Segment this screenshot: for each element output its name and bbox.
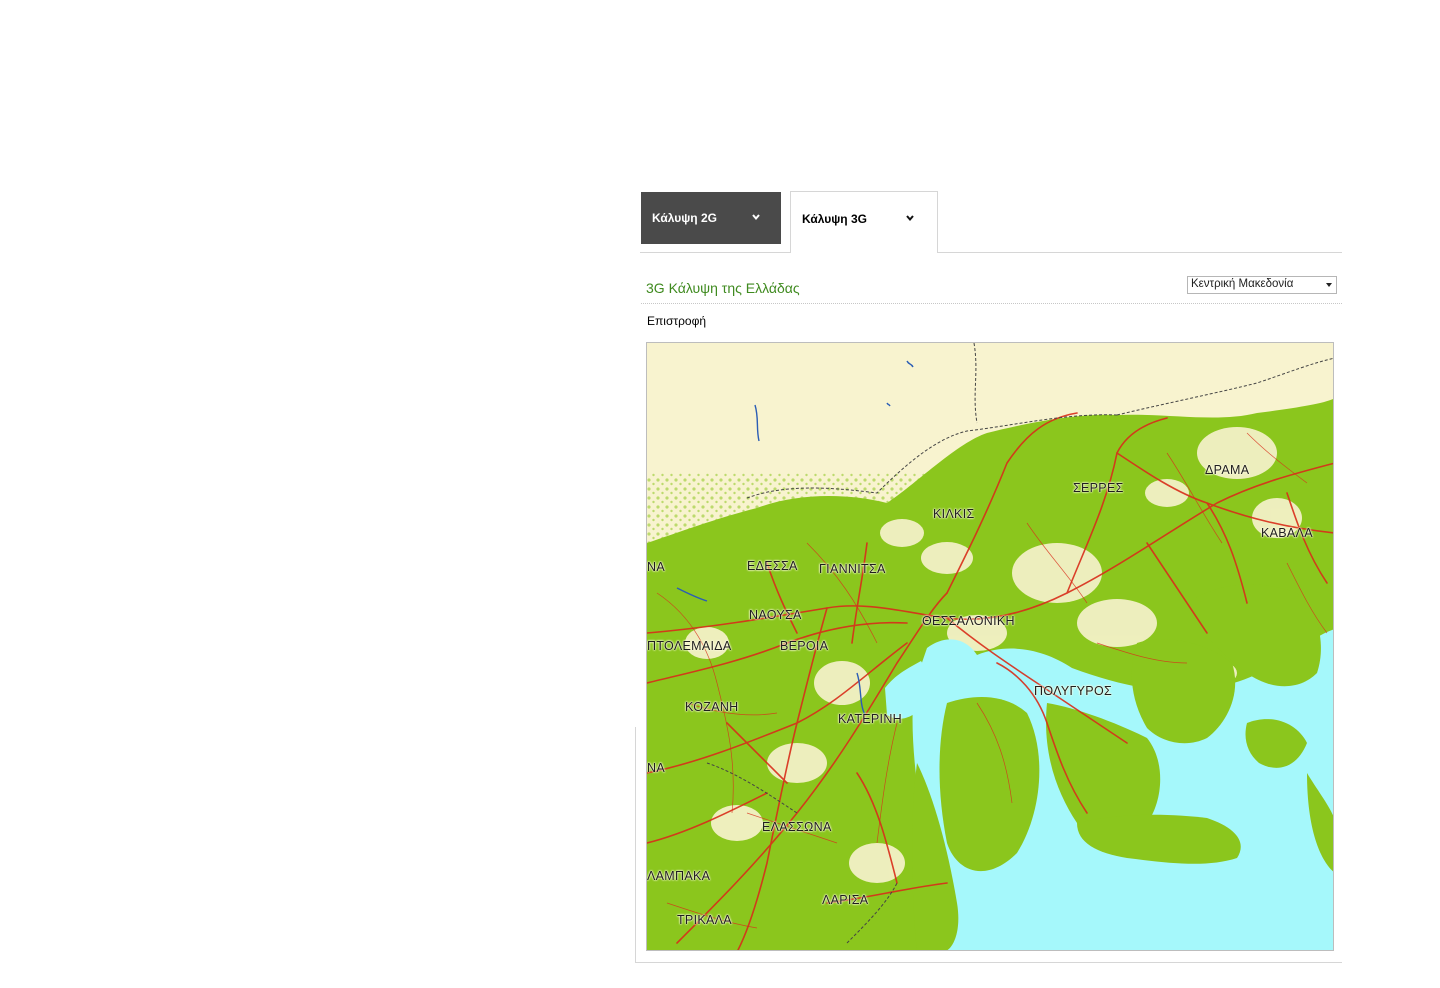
coverage-tabs: Κάλυψη 2G Κάλυψη 3G: [640, 191, 1342, 253]
heading-row: 3G Κάλυψη της Ελλάδας Κεντρική Μακεδονία: [641, 272, 1342, 304]
map-label-kozani: ΚΟΖΑΝΗ: [685, 700, 739, 714]
coverage-map-graphic: [647, 343, 1333, 950]
frame-bottom-border: [635, 962, 1342, 963]
frame-left-border: [635, 727, 636, 963]
map-label-ptolemaida: ΠΤΟΛΕΜΑΙΔΑ: [647, 639, 732, 653]
tab-2g-label: Κάλυψη 2G: [652, 211, 717, 225]
region-select[interactable]: Κεντρική Μακεδονία: [1187, 276, 1337, 294]
tab-divider: [640, 252, 1342, 253]
map-label-edessa: ΕΔΕΣΣΑ: [747, 559, 798, 573]
back-link[interactable]: Επιστροφή: [647, 314, 706, 328]
coverage-map[interactable]: ΔΡΑΜΑ ΣΕΡΡΕΣ ΚΙΛΚΙΣ ΚΑΒΑΛΑ ΝΑ ΕΔΕΣΣΑ ΓΙΑ…: [646, 342, 1334, 951]
map-label-larisa: ΛΑΡΙΣΑ: [822, 893, 869, 907]
map-label-na-mid: ΝΑ: [647, 761, 665, 775]
map-label-giannitsa: ΓΙΑΝΝΙΤΣΑ: [819, 562, 886, 576]
map-label-thessaloniki: ΘΕΣΣΑΛΟΝΙΚΗ: [922, 614, 1015, 628]
map-label-kavala: ΚΑΒΑΛΑ: [1261, 526, 1313, 540]
map-label-naousa: ΝΑΟΥΣΑ: [749, 608, 802, 622]
map-label-serres: ΣΕΡΡΕΣ: [1073, 481, 1124, 495]
map-label-katerini: ΚΑΤΕΡΙΝΗ: [838, 712, 902, 726]
dropdown-arrow-icon: [1326, 283, 1332, 287]
page-title: 3G Κάλυψη της Ελλάδας: [646, 280, 800, 296]
map-label-lampaka: ΛΑΜΠΑΚΑ: [647, 869, 711, 883]
chevron-down-icon: [752, 214, 760, 221]
tab-3g-label: Κάλυψη 3G: [802, 211, 867, 226]
map-label-veroia: ΒΕΡΟΙΑ: [780, 639, 829, 653]
tab-2g-coverage[interactable]: Κάλυψη 2G: [641, 192, 781, 244]
tab-3g-coverage[interactable]: Κάλυψη 3G: [790, 191, 938, 253]
map-label-trikala: ΤΡΙΚΑΛΑ: [677, 913, 732, 927]
map-label-drama: ΔΡΑΜΑ: [1205, 463, 1250, 477]
region-select-value: Κεντρική Μακεδονία: [1191, 278, 1294, 290]
map-label-na-top: ΝΑ: [647, 560, 665, 574]
map-label-kilkis: ΚΙΛΚΙΣ: [933, 507, 975, 521]
chevron-down-icon: [906, 215, 914, 222]
map-label-elassona: ΕΛΑΣΣΩΝΑ: [762, 820, 832, 834]
map-label-polygyros: ΠΟΛΥΓΥΡΟΣ: [1034, 684, 1112, 698]
